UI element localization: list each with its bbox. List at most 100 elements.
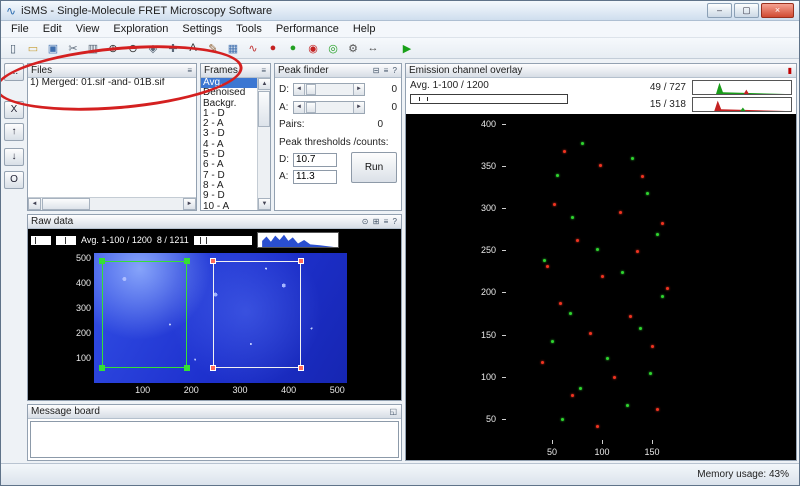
green-channel-histogram[interactable] [692,80,792,95]
acceptor-roi-handle[interactable] [210,365,217,371]
frame-list-item[interactable]: Backgr. [201,99,257,109]
slider-right-button[interactable]: ► [353,102,364,113]
donor-roi-handle[interactable] [98,365,105,371]
acceptor-roi-handle[interactable] [210,257,217,264]
scroll-thumb[interactable] [42,198,90,210]
emission-frame-slider[interactable] [410,94,568,104]
run-analysis-button[interactable]: ▶ [398,40,416,57]
donor-roi-handle[interactable] [98,257,105,264]
slider-track[interactable] [305,84,353,95]
menu-help[interactable]: Help [346,22,383,36]
menu-edit[interactable]: Edit [36,22,69,36]
acceptor-marker-button[interactable]: ● [284,40,302,57]
scroll-track[interactable] [258,90,270,198]
zoom-in-button[interactable]: ⊕ [104,40,122,57]
donor-peak-slider[interactable]: ◄ ► [293,83,365,96]
slider-right-button[interactable]: ► [353,84,364,95]
cut-button[interactable]: ✂ [64,40,82,57]
slider-track[interactable] [305,102,353,113]
slider-left-button[interactable]: ◄ [294,102,305,113]
frame-list-item[interactable]: 8 - A [201,181,257,191]
menu-settings[interactable]: Settings [175,22,229,36]
minimize-button[interactable]: – [707,3,732,18]
text-label-button[interactable]: A [184,40,202,57]
scroll-thumb[interactable] [258,91,270,127]
panel-menu-icon[interactable]: ≡ [187,66,193,75]
move-file-up-button[interactable]: ↑ [4,123,24,141]
record-icon[interactable]: ▮ [788,66,793,75]
scroll-left-button[interactable]: ◄ [28,198,41,210]
frame-list-item[interactable]: 2 - A [201,119,257,129]
scroll-down-button[interactable]: ▼ [258,198,270,210]
files-list[interactable]: 1) Merged: 01.sif -and- 01B.sif [28,78,196,197]
menu-view[interactable]: View [69,22,107,36]
donor-roi-handle[interactable] [183,365,190,371]
frame-list-item[interactable]: Denoised [201,88,257,98]
panel-menu-icon[interactable]: ≡ [261,66,267,75]
trace-button[interactable]: ∿ [244,40,262,57]
frame-list-item[interactable]: 4 - A [201,140,257,150]
zoom-out-button[interactable]: ⊖ [124,40,142,57]
message-board-text[interactable] [30,421,399,458]
frame-list-item[interactable]: 7 - D [201,171,257,181]
menu-performance[interactable]: Performance [269,22,346,36]
frame-list-item[interactable]: 10 - A [201,202,257,210]
emission-scatter-plot[interactable] [502,114,702,444]
new-session-button[interactable]: ▯ [4,40,22,57]
run-button[interactable]: Run [351,152,397,183]
acceptor-roi[interactable] [210,257,304,371]
donor-marker-button[interactable]: ● [264,40,282,57]
settings-button[interactable]: ⚙ [344,40,362,57]
raw-image[interactable] [94,253,347,383]
contrast-slider[interactable] [56,235,76,245]
frame-list-item[interactable]: 3 - D [201,129,257,139]
maximize-button[interactable]: ▢ [734,3,759,18]
panel-menu-icon[interactable]: ⊟ ≡ ? [373,66,398,75]
menu-exploration[interactable]: Exploration [106,22,175,36]
acceptor-threshold-input[interactable] [293,169,337,184]
frame-list-item[interactable]: 6 - A [201,160,257,170]
draw-button[interactable]: ✎ [204,40,222,57]
frame-slider[interactable] [193,235,252,245]
files-horizontal-scrollbar[interactable]: ◄ ► [28,197,196,210]
scroll-track[interactable] [41,198,183,210]
scroll-up-button[interactable]: ▲ [258,78,270,90]
pan-button[interactable]: ◈ [144,40,162,57]
frame-list-item[interactable]: 1 - D [201,109,257,119]
acceptor-roi-handle[interactable] [297,365,304,371]
acceptor-roi-handle[interactable] [297,257,304,264]
frames-list[interactable]: Avg. Denoised Backgr. 1 - D2 - A3 - D4 - A5… [201,78,257,210]
open-file-button[interactable]: ▭ [24,40,42,57]
donor-roi-handle[interactable] [183,257,190,264]
intensity-histogram[interactable] [256,232,339,248]
file-list-item[interactable]: 1) Merged: 01.sif -and- 01B.sif [28,78,196,88]
donor-roi[interactable] [98,257,190,371]
frame-list-item[interactable]: 5 - D [201,150,257,160]
align-channels-button[interactable]: ◎ [324,40,342,57]
browse-files-button[interactable]: ... [4,63,24,81]
contrast-slider[interactable] [31,235,51,245]
remove-file-button[interactable]: X [4,101,24,119]
slider-thumb[interactable] [306,84,316,95]
histogram-button[interactable]: ▦ [224,40,242,57]
overlay-button[interactable]: ◉ [304,40,322,57]
link-axes-button[interactable]: ↔ [364,40,382,57]
panel-menu-icon[interactable]: ⊙ ⊞ ≡ ? [362,217,398,226]
move-file-down-button[interactable]: ↓ [4,148,24,166]
reload-file-button[interactable]: O [4,171,24,189]
scroll-right-button[interactable]: ► [183,198,196,210]
copy-button[interactable]: ▥ [84,40,102,57]
slider-thumb[interactable] [306,102,316,113]
acceptor-peak-slider[interactable]: ◄ ► [293,101,365,114]
red-channel-histogram[interactable] [692,97,792,112]
frame-list-item[interactable]: Avg. [201,78,257,89]
frames-vertical-scrollbar[interactable]: ▲ ▼ [257,78,270,210]
slider-left-button[interactable]: ◄ [294,84,305,95]
frame-list-item[interactable]: 9 - D [201,191,257,201]
donor-threshold-input[interactable] [293,152,337,167]
close-button[interactable]: × [761,3,794,18]
panel-pin-icon[interactable]: ◱ [389,407,398,416]
menu-file[interactable]: File [4,22,36,36]
data-cursor-button[interactable]: ✚ [164,40,182,57]
save-session-button[interactable]: ▣ [44,40,62,57]
